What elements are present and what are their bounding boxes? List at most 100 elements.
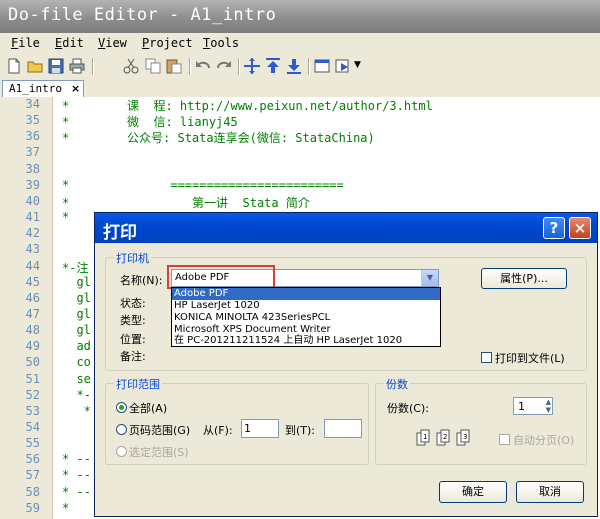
line-number: 42 (25, 226, 40, 241)
print-icon[interactable] (68, 57, 86, 75)
code-line: * -- (62, 468, 91, 483)
ok-button[interactable]: 确定 (439, 481, 507, 503)
menu-bar: File Edit View Project Tools (0, 33, 600, 54)
code-line: co (62, 355, 91, 370)
copy-icon[interactable] (144, 57, 162, 75)
collate-label: 自动分页(O) (513, 434, 575, 447)
line-number: 51 (25, 371, 40, 386)
copies-label: 份数(C): (387, 402, 429, 415)
printer-dropdown-list: Adobe PDF HP LaserJet 1020 KONICA MINOLT… (171, 287, 441, 347)
help-button[interactable]: ? (543, 217, 565, 239)
cancel-button[interactable]: 取消 (516, 481, 584, 503)
page-range-label: 页码范围(G) (129, 424, 191, 437)
code-line: * 公众号: Stata连享会(微信: StataChina) (62, 131, 375, 146)
code-line: gl (62, 306, 91, 321)
do-icon[interactable] (334, 57, 352, 75)
toolbar-separator (92, 58, 94, 75)
properties-button[interactable]: 属性(P)... (481, 268, 567, 289)
shift-up-icon[interactable] (264, 57, 282, 75)
line-number-gutter: 34 35 36 37 38 39 40 41 42 43 44 45 46 47 48 49 50 51 52 53… (0, 97, 53, 519)
line-number: 46 (25, 290, 40, 305)
copies-group-label: 份数 (384, 376, 410, 392)
line-number: 55 (25, 436, 40, 451)
printer-option[interactable]: HP LaserJet 1020 (172, 300, 440, 312)
selection-radio[interactable] (116, 446, 127, 457)
where-label: 位置: (120, 333, 146, 346)
to-page-input[interactable] (324, 419, 362, 438)
line-number: 49 (25, 339, 40, 354)
all-pages-radio[interactable] (116, 402, 127, 413)
line-number: 38 (25, 161, 40, 176)
collate-checkbox[interactable] (499, 434, 510, 445)
page-range-radio[interactable] (116, 424, 127, 435)
all-pages-label: 全部(A) (129, 402, 168, 415)
undo-icon[interactable] (194, 57, 212, 75)
printer-group-label: 打印机 (114, 250, 151, 266)
dialog-titlebar: 打印 ? × (95, 213, 597, 243)
collate-pages-icon: 1 2 3 (416, 429, 470, 446)
printer-option[interactable]: 在 PC-201211211524 上自动 HP LaserJet 1020 (172, 335, 440, 347)
line-number: 44 (25, 258, 40, 273)
menu-tools[interactable]: Tools (203, 36, 239, 50)
run-icon[interactable] (313, 57, 331, 75)
close-tab-icon[interactable]: × (71, 82, 80, 95)
redo-icon[interactable] (215, 57, 233, 75)
code-line: * 课 程: http://www.peixun.net/author/3.ht… (62, 99, 433, 113)
code-line: * 微 信: lianyj45 (62, 115, 238, 130)
svg-text:1: 1 (423, 433, 427, 441)
code-line: * (62, 210, 70, 225)
copies-input[interactable]: 1 ▲ ▼ (513, 397, 553, 415)
selection-label: 选定范围(S) (129, 446, 189, 459)
toolbar-separator (308, 58, 310, 75)
line-number: 40 (25, 193, 40, 208)
code-line: * (62, 403, 91, 418)
dialog-title: 打印 (103, 223, 137, 243)
code-line: * ======================== (62, 177, 344, 192)
code-line: ad (62, 339, 91, 354)
menu-view[interactable]: View (98, 36, 127, 50)
printer-option[interactable]: KONICA MINOLTA 423SeriesPCL (172, 312, 440, 324)
line-number: 54 (25, 420, 40, 434)
chevron-down-icon[interactable]: ▼ (354, 60, 361, 70)
tab-label: A1_intro (9, 82, 62, 95)
line-number: 59 (25, 500, 40, 515)
menu-file[interactable]: File (11, 36, 40, 50)
tab-a1-intro[interactable]: A1_intro × (2, 80, 84, 98)
shift-down-icon[interactable] (285, 57, 303, 75)
line-number: 56 (25, 452, 40, 467)
printer-option[interactable]: Adobe PDF (172, 288, 440, 300)
find-icon[interactable] (243, 57, 261, 75)
print-to-file-checkbox[interactable] (481, 352, 492, 363)
paste-icon[interactable] (165, 57, 183, 75)
menu-project[interactable]: Project (142, 36, 193, 50)
code-line: * -- (62, 452, 91, 467)
highlight-annotation (167, 265, 275, 289)
menu-edit[interactable]: Edit (55, 36, 84, 50)
line-number: 57 (25, 468, 40, 483)
toolbar-separator (189, 58, 191, 75)
copies-group: 份数 (375, 376, 587, 465)
save-icon[interactable] (47, 57, 65, 75)
print-range-label: 打印范围 (114, 376, 162, 392)
new-file-icon[interactable] (5, 57, 23, 75)
line-number: 48 (25, 323, 40, 338)
open-folder-icon[interactable] (26, 57, 44, 75)
line-number: 45 (25, 274, 40, 289)
cut-icon[interactable] (122, 57, 140, 75)
code-line: *- (62, 387, 91, 402)
line-number: 37 (25, 145, 40, 160)
line-number: 34 (25, 97, 40, 111)
code-line: se (62, 371, 91, 386)
line-number: 41 (25, 210, 40, 225)
chevron-down-icon[interactable]: ▼ (421, 270, 438, 286)
spinner-icon[interactable]: ▲ ▼ (546, 398, 551, 414)
line-number: 36 (25, 129, 40, 144)
line-number: 50 (25, 355, 40, 370)
status-label: 状态: (120, 297, 146, 310)
print-dialog: 打印 ? × 打印机 名称(N): Adobe PDF ▼ 属性(P)... 状… (94, 212, 598, 517)
from-page-input[interactable]: 1 (241, 419, 279, 438)
code-line: gl (62, 290, 91, 305)
toolbar: ▼ (0, 54, 600, 79)
line-number: 58 (25, 484, 40, 499)
close-button[interactable]: × (569, 217, 591, 239)
